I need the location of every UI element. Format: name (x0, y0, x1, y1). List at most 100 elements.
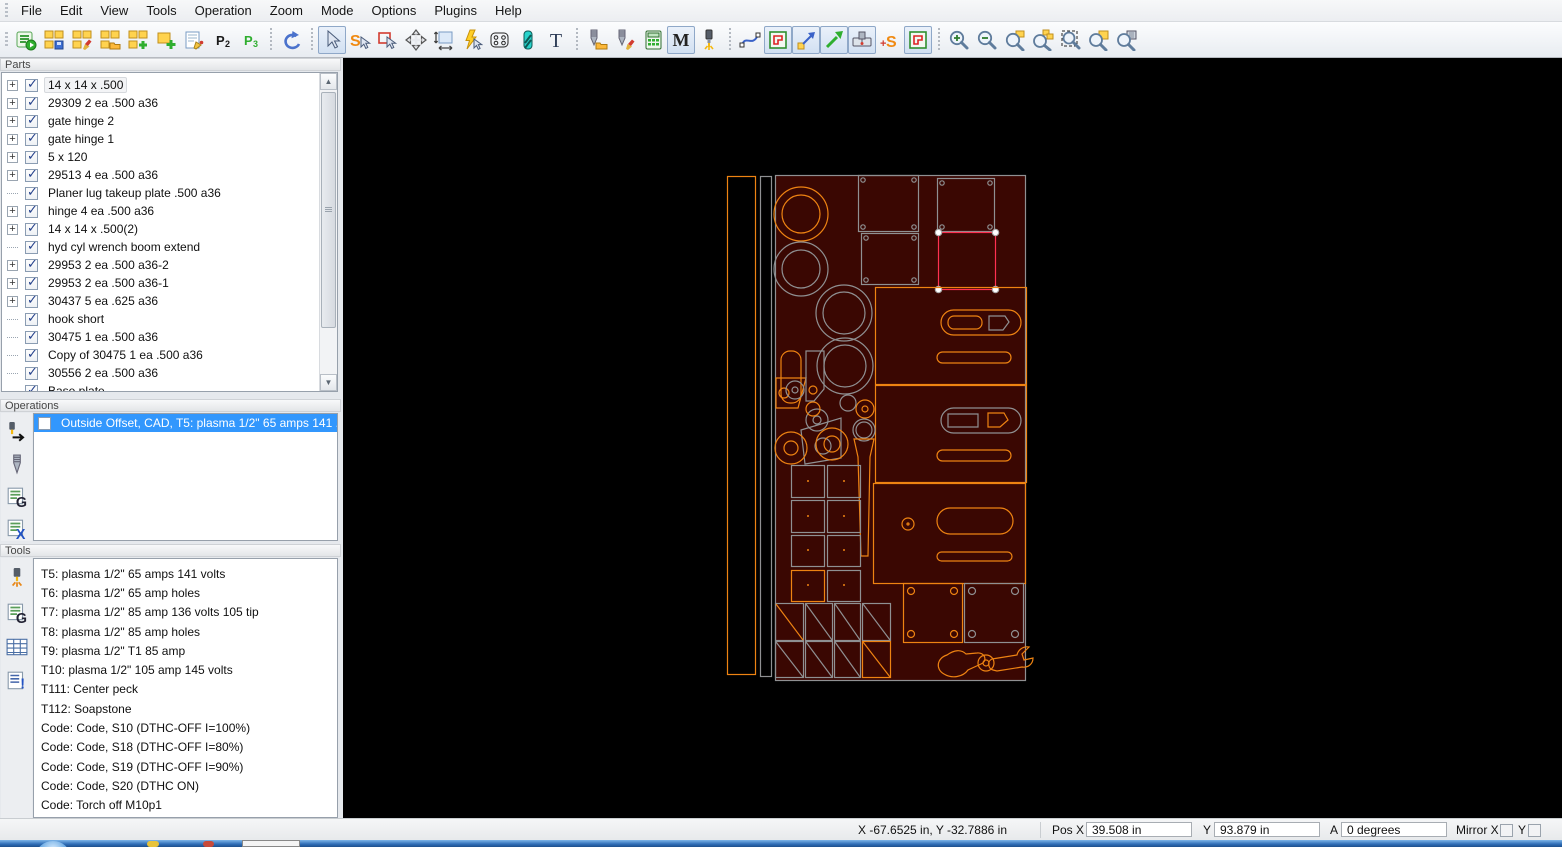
taskbar-icon[interactable] (203, 841, 214, 847)
operations-list[interactable]: Outside Offset, CAD, T5: plasma 1/2" 65 … (33, 413, 338, 541)
expand-icon[interactable] (7, 115, 18, 127)
show-cut-paths-button[interactable] (764, 25, 792, 54)
part-row[interactable]: 5 x 120 (2, 148, 337, 166)
expand-icon[interactable] (7, 354, 18, 356)
scroll-up-arrow[interactable]: ▲ (320, 73, 337, 90)
zoom-in-button[interactable] (945, 26, 973, 54)
part-row[interactable]: gate hinge 1 (2, 130, 337, 148)
add-s-button[interactable]: + S (876, 26, 904, 54)
tool-row[interactable]: Code: Code, S10 (DTHC-OFF I=100%) (34, 718, 337, 737)
menu-item[interactable]: Help (486, 1, 531, 20)
zoom-window-button[interactable] (1057, 26, 1085, 54)
part-row[interactable]: 29513 4 ea .500 a36 (2, 166, 337, 184)
pos-x-field[interactable]: 39.508 in (1086, 822, 1192, 837)
expand-icon[interactable] (7, 223, 18, 235)
node-edit-button[interactable] (736, 26, 764, 54)
zoom-part-button[interactable] (1001, 26, 1029, 54)
tool-row[interactable]: Code: Code, S20 (DTHC ON) (34, 776, 337, 795)
part-checkbox[interactable] (25, 257, 38, 272)
expand-icon[interactable] (7, 79, 18, 91)
tool-edit-button[interactable] (611, 26, 639, 54)
part-row[interactable]: 29953 2 ea .500 a36-1 (2, 274, 337, 292)
part-row[interactable]: hook short (2, 310, 337, 328)
part-checkbox[interactable] (25, 329, 38, 344)
menu-item[interactable]: Zoom (261, 1, 312, 20)
drill-icon[interactable] (5, 453, 29, 477)
mirror-x-checkbox[interactable] (1500, 824, 1513, 837)
expand-icon[interactable] (7, 192, 18, 194)
scroll-thumb[interactable] (321, 92, 336, 328)
part-checkbox[interactable] (25, 293, 38, 308)
tool-list-icon[interactable]: ! (5, 668, 29, 694)
part-checkbox[interactable] (25, 239, 38, 254)
torch-icon[interactable] (5, 566, 29, 592)
open-parts-button[interactable] (96, 26, 124, 54)
gcode-icon[interactable]: G (5, 485, 29, 509)
part-row[interactable]: 30475 1 ea .500 a36 (2, 328, 337, 346)
torch-preview-button[interactable] (695, 26, 723, 54)
tool-open-button[interactable] (583, 26, 611, 54)
tool-row[interactable]: T6: plasma 1/2" 65 amp holes (34, 583, 337, 602)
p2-button[interactable]: P2 (208, 26, 236, 54)
part-checkbox[interactable] (25, 77, 38, 92)
tools-list[interactable]: T5: plasma 1/2" 65 amps 141 volts T6: pl… (33, 558, 338, 818)
part-row[interactable]: 30556 2 ea .500 a36 (2, 364, 337, 382)
tool-row[interactable]: T112: Soapstone (34, 699, 337, 718)
menu-item[interactable]: Options (363, 1, 426, 20)
part-checkbox[interactable] (25, 95, 38, 110)
operation-checkbox[interactable] (38, 416, 51, 430)
expand-icon[interactable] (7, 97, 18, 109)
part-row[interactable]: 14 x 14 x .500(2) (2, 220, 337, 238)
tool-row[interactable]: T8: plasma 1/2" 85 amp holes (34, 622, 337, 641)
undo-button[interactable] (277, 26, 305, 54)
part-checkbox[interactable] (25, 275, 38, 290)
menu-item[interactable]: View (91, 1, 137, 20)
part-checkbox[interactable] (25, 113, 38, 128)
show-rapids-button[interactable] (792, 25, 820, 54)
expand-icon[interactable] (7, 133, 18, 145)
tool-table-icon[interactable] (5, 634, 29, 660)
expand-icon[interactable] (7, 295, 18, 307)
parts-tree[interactable]: 14 x 14 x .500 29309 2 ea .500 a36 gate … (1, 72, 338, 392)
select-s-button[interactable]: S (346, 26, 374, 54)
tool-row[interactable]: T7: plasma 1/2" 85 amp 136 volts 105 tip (34, 603, 337, 622)
text-tool-button[interactable]: T (542, 26, 570, 54)
scroll-down-arrow[interactable]: ▼ (320, 374, 337, 391)
select-cursor-button[interactable] (318, 25, 346, 54)
part-row[interactable]: Planer lug takeup plate .500 a36 (2, 184, 337, 202)
pan-button[interactable] (402, 26, 430, 54)
menu-item[interactable]: Tools (137, 1, 185, 20)
expand-icon[interactable] (7, 277, 18, 289)
zoom-out-button[interactable] (973, 26, 1001, 54)
expand-icon[interactable] (7, 390, 18, 391)
tool-row[interactable]: Code: Code, S18 (DTHC-OFF I=80%) (34, 738, 337, 757)
tool-row[interactable]: T111: Center peck (34, 680, 337, 699)
zoom-machine-button[interactable] (1113, 26, 1141, 54)
toolbar-grip-2[interactable] (4, 31, 9, 48)
part-checkbox[interactable] (25, 383, 38, 391)
edit-parts-button[interactable] (68, 26, 96, 54)
toolbar-grip[interactable] (4, 2, 9, 19)
job-options-button[interactable] (12, 26, 40, 54)
strip-part-2[interactable] (759, 175, 773, 678)
pos-y-field[interactable]: 93.879 in (1214, 822, 1320, 837)
zoom-all-parts-button[interactable] (1029, 26, 1057, 54)
background-window-edge[interactable] (242, 840, 300, 847)
gcode-icon[interactable]: G (5, 600, 29, 626)
select-contour-button[interactable] (374, 26, 402, 54)
part-row[interactable]: hinge 4 ea .500 a36 (2, 202, 337, 220)
expand-icon[interactable] (7, 259, 18, 271)
start-orb[interactable] (36, 841, 70, 847)
tool-row[interactable]: T10: plasma 1/2" 105 amp 145 volts (34, 660, 337, 679)
add-parts-button[interactable] (124, 26, 152, 54)
drawing-canvas[interactable] (343, 58, 1562, 818)
part-checkbox[interactable] (25, 131, 38, 146)
part-row[interactable]: gate hinge 2 (2, 112, 337, 130)
part-row[interactable]: 29953 2 ea .500 a36-2 (2, 256, 337, 274)
import-part-button[interactable] (152, 26, 180, 54)
zoom-sheet-button[interactable] (1085, 26, 1113, 54)
show-contours-button[interactable] (904, 25, 932, 54)
quick-toolpath-button[interactable] (458, 26, 486, 54)
part-row[interactable]: 14 x 14 x .500 (2, 76, 337, 94)
menu-item[interactable]: Mode (312, 1, 363, 20)
